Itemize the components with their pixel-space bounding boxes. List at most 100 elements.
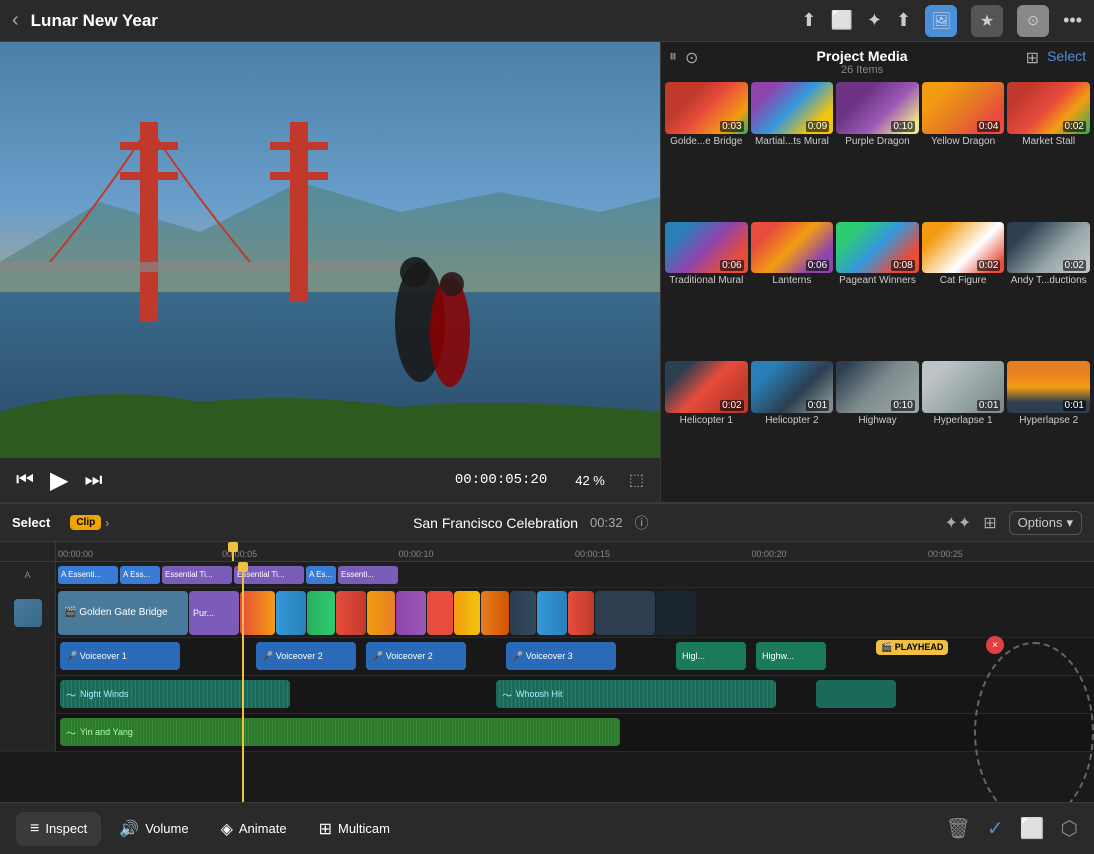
music-clip-right[interactable]: [816, 680, 896, 708]
options-button[interactable]: Options ▾: [1009, 511, 1082, 535]
whoosh-hit-clip[interactable]: 〜Whoosh Hit: [496, 680, 776, 708]
voiceover-clip-2[interactable]: 🎤 Voiceover 2: [256, 642, 356, 670]
yin-yang-clip[interactable]: 〜Yin and Yang: [60, 718, 620, 746]
playhead-close-badge[interactable]: ×: [986, 636, 1004, 654]
video-clip-color-10[interactable]: [510, 591, 536, 635]
skip-back-button[interactable]: ⏮: [16, 469, 34, 492]
project-title: Lunar New Year: [31, 11, 790, 31]
media-item-helicopter-1[interactable]: 0:02 Helicopter 1: [665, 361, 748, 498]
media-item-traditional-mural[interactable]: 0:06 Traditional Mural: [665, 222, 748, 359]
play-button[interactable]: ▶: [50, 466, 68, 495]
media-item-purple-dragon[interactable]: 0:10 Purple Dragon: [836, 82, 919, 219]
media-item-yellow-dragon[interactable]: 0:04 Yellow Dragon: [922, 82, 1005, 219]
media-item-hyperlapse-1[interactable]: 0:01 Hyperlapse 1: [922, 361, 1005, 498]
header: ‹ Lunar New Year ⬆ ⬜ ✦ ⬆ 🖼 ★ ⊙ •••: [0, 0, 1094, 42]
video-clip-color-11[interactable]: [537, 591, 567, 635]
media-item-cat-figure[interactable]: 0:02 Cat Figure: [922, 222, 1005, 359]
media-pause-icon[interactable]: ⏸: [669, 48, 685, 66]
select-label: Select: [12, 515, 50, 530]
media-item-golden-bridge[interactable]: 0:03 Golde...e Bridge: [665, 82, 748, 219]
preview-video[interactable]: [0, 42, 660, 457]
overflow-menu-icon[interactable]: •••: [1063, 10, 1082, 31]
back-button[interactable]: ‹: [12, 9, 19, 32]
night-winds-clip[interactable]: 〜Night Winds: [60, 680, 290, 708]
video-clip-color-4[interactable]: [336, 591, 366, 635]
select-media-button[interactable]: Select: [1047, 48, 1086, 64]
voiceover-track: 🎤 Voiceover 1 🎤 Voiceover 2 🎤 Voiceover …: [0, 638, 1094, 676]
bottom-right-icons: 🗑 ✓ ⬜ ⬡: [945, 816, 1078, 841]
magic-wand-icon[interactable]: ✦: [867, 10, 882, 31]
video-clip-color-7[interactable]: [427, 591, 453, 635]
media-browser-header: ⏸ ⊙ Project Media 26 Items ⊞ Select: [661, 42, 1094, 78]
video-clip-color-9[interactable]: [481, 591, 509, 635]
voiceover-clip-3[interactable]: 🎤 Voiceover 2: [366, 642, 466, 670]
photos-icon-btn[interactable]: 🖼: [925, 5, 957, 37]
star-icon-btn[interactable]: ★: [971, 5, 1003, 37]
skip-forward-button[interactable]: ⏭: [84, 469, 102, 492]
video-clip-color-6[interactable]: [396, 591, 426, 635]
multicam-button[interactable]: ⊞ Multicam: [305, 811, 404, 847]
voiceover-clip-1[interactable]: 🎤 Voiceover 1: [60, 642, 180, 670]
multicam-label: Multicam: [338, 821, 390, 836]
voiceover-clip-4[interactable]: 🎤 Voiceover 3: [506, 642, 616, 670]
title-clip-es[interactable]: A Es...: [306, 566, 336, 584]
share-icon[interactable]: ⬆: [896, 10, 911, 31]
voiceover-clips: 🎤 Voiceover 1 🎤 Voiceover 2 🎤 Voiceover …: [56, 638, 1094, 675]
grid-view-icon[interactable]: ⊞: [1026, 48, 1039, 68]
media-item-martial-mural[interactable]: 0:09 Martial...ts Mural: [751, 82, 834, 219]
volume-button[interactable]: 🔊 Volume: [105, 811, 202, 847]
multicam-icon: ⊞: [319, 819, 332, 839]
media-item-andy-productions[interactable]: 0:02 Andy T...ductions: [1007, 222, 1090, 359]
split-clip-icon[interactable]: ⬜: [1020, 816, 1045, 841]
media-item-hyperlapse-2[interactable]: 0:01 Hyperlapse 2: [1007, 361, 1090, 498]
media-item-pageant-winners[interactable]: 0:08 Pageant Winners: [836, 222, 919, 359]
title-clips-row1: A Essenti... A Ess... Essential Ti... Es…: [56, 562, 1094, 587]
video-clip-color-1[interactable]: [240, 591, 275, 635]
timeline-magic-icon[interactable]: ✦✦: [944, 513, 971, 533]
title-clip-essential-title-1[interactable]: Essential Ti...: [162, 566, 232, 584]
camera-icon[interactable]: ⬜: [830, 10, 852, 31]
video-clip-dark-1[interactable]: [595, 591, 655, 635]
header-icons: ⬆ ⬜ ✦ ⬆ 🖼 ★ ⊙ •••: [801, 5, 1082, 37]
media-item-helicopter-2[interactable]: 0:01 Helicopter 2: [751, 361, 834, 498]
detach-audio-icon[interactable]: ⬡: [1061, 816, 1078, 841]
title-clip-essential-1[interactable]: A Essenti...: [58, 566, 118, 584]
animate-button[interactable]: ◈ Animate: [207, 811, 301, 847]
video-clip-golden-gate[interactable]: 🎬 Golden Gate Bridge: [58, 591, 188, 635]
timeline-grid-icon[interactable]: ⊞: [983, 513, 996, 533]
clip-arrow-icon[interactable]: ›: [105, 516, 109, 530]
trash-icon[interactable]: 🗑: [945, 816, 970, 841]
media-grid: 0:03 Golde...e Bridge 0:09 Martial...ts …: [661, 78, 1094, 502]
voiceover-clip-high[interactable]: Higl...: [676, 642, 746, 670]
info-button[interactable]: ⓘ: [635, 513, 649, 533]
inspect-button[interactable]: ≡ Inspect: [16, 812, 101, 846]
title-clip-essential-2[interactable]: A Ess...: [120, 566, 160, 584]
preview-panel: ⏮ ▶ ⏭ 00:00:05:20 42 % ⬚: [0, 42, 660, 502]
fullscreen-icon[interactable]: ⬚: [629, 470, 644, 490]
video-clip-color-12[interactable]: [568, 591, 594, 635]
title-track-1: A A Essenti... A Ess... Essential Ti... …: [0, 562, 1094, 588]
main-video-track: 🎬 Golden Gate Bridge Pur...: [0, 588, 1094, 638]
title-clip-essential-title-2[interactable]: Essential Ti...: [234, 566, 304, 584]
clip-badge: Clip: [70, 515, 101, 530]
ruler-tick-5: 00:00:05: [222, 549, 257, 559]
media-filter-icon[interactable]: ⊙: [685, 48, 698, 68]
media-item-lanterns[interactable]: 0:06 Lanterns: [751, 222, 834, 359]
video-clip-color-2[interactable]: [276, 591, 306, 635]
media-browser-count: 26 Items: [698, 64, 1025, 76]
circle-icon-btn[interactable]: ⊙: [1017, 5, 1049, 37]
checkmark-icon[interactable]: ✓: [987, 816, 1004, 841]
video-clip-dark-2[interactable]: [656, 591, 696, 635]
night-winds-track: 〜Night Winds 〜Whoosh Hit: [0, 676, 1094, 714]
video-clip-color-3[interactable]: [307, 591, 335, 635]
video-clip-color-8[interactable]: [454, 591, 480, 635]
video-clip-color-5[interactable]: [367, 591, 395, 635]
voiceover-clip-highw[interactable]: Highw...: [756, 642, 826, 670]
media-item-market-stall[interactable]: 0:02 Market Stall: [1007, 82, 1090, 219]
music-track-header-1: [0, 676, 56, 713]
tracks-container: A A Essenti... A Ess... Essential Ti... …: [0, 562, 1094, 802]
video-clip-pur[interactable]: Pur...: [189, 591, 239, 635]
title-clip-essential-3[interactable]: Essenti...: [338, 566, 398, 584]
media-item-highway[interactable]: 0:10 Highway: [836, 361, 919, 498]
export-icon[interactable]: ⬆: [801, 10, 816, 31]
